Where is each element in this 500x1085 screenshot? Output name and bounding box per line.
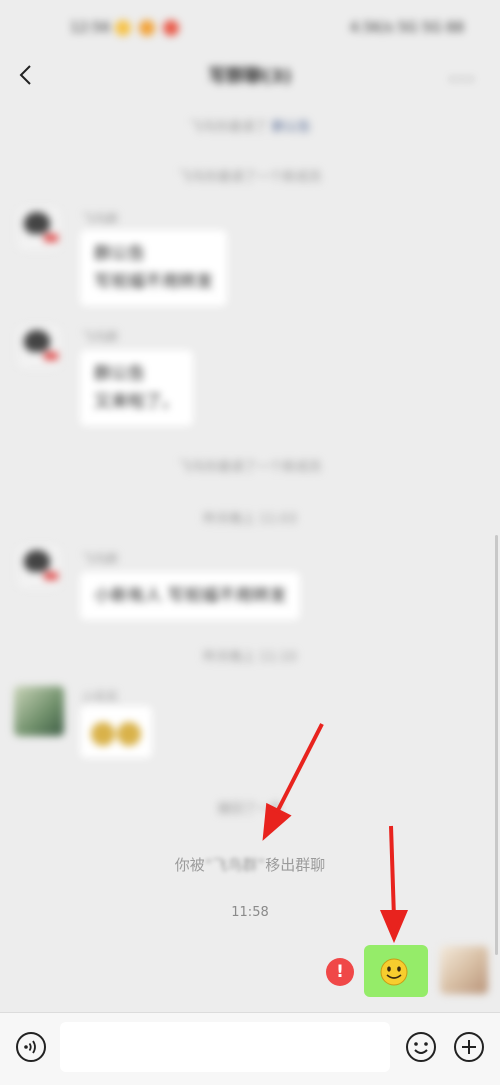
annotation-arrow-2 (379, 825, 409, 944)
annotation-arrows (262, 723, 409, 944)
emoji-icon[interactable] (404, 1030, 438, 1064)
message-input[interactable] (60, 1022, 390, 1072)
voice-icon[interactable] (14, 1030, 48, 1064)
plus-icon[interactable] (452, 1030, 486, 1064)
annotation-arrow-1 (262, 723, 324, 841)
